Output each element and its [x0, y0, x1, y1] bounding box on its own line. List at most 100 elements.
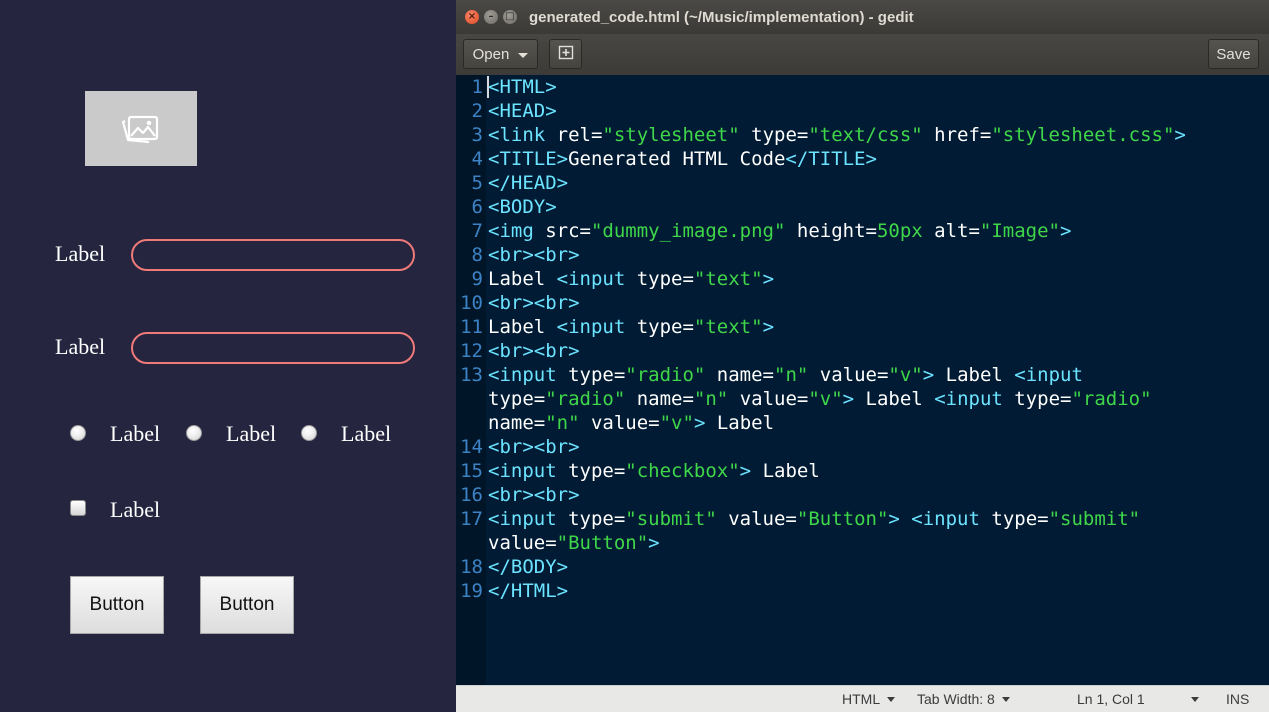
preview-text-input-2[interactable] [131, 332, 415, 364]
code-token: > [1174, 124, 1186, 146]
chevron-down-icon [887, 696, 896, 702]
preview-checkbox[interactable] [70, 500, 86, 516]
preview-radio-2[interactable] [186, 425, 202, 441]
code-line: <br><br> [488, 291, 580, 315]
code-line: </HEAD> [488, 171, 568, 195]
language-selector[interactable]: HTML [842, 691, 896, 707]
code-token: <BODY> [488, 196, 557, 218]
line-number: 16 [460, 484, 483, 506]
line-number: 8 [471, 244, 483, 266]
tab-width-selector[interactable]: Tab Width: 8 [917, 691, 1010, 707]
code-token: <HTML> [488, 76, 557, 98]
code-token: "text/css" [808, 124, 923, 146]
cursor-position-selector[interactable]: Ln 1, Col 1 [1077, 691, 1199, 707]
preview-radio-1[interactable] [70, 425, 86, 441]
code-token: <br><br> [488, 436, 580, 458]
window-title: generated_code.html (~/Music/implementat… [529, 9, 914, 26]
maximize-window-button[interactable]: □ [503, 10, 517, 24]
code-token: Label [854, 388, 935, 410]
code-token: alt= [922, 220, 980, 242]
code-token: <input [934, 388, 1015, 410]
window-titlebar: × – □ generated_code.html (~/Music/imple… [456, 0, 1269, 35]
code-token: "v" [888, 364, 923, 386]
editor-toolbar: Open Save [456, 34, 1269, 75]
code-line: name="n" value="v"> Label [488, 411, 774, 435]
code-line: <input type="checkbox"> Label [488, 459, 820, 483]
new-tab-button[interactable] [549, 39, 582, 69]
code-token: </HTML> [488, 580, 569, 602]
code-line: <br><br> [488, 339, 580, 363]
preview-submit-button-2[interactable]: Button [200, 576, 294, 634]
code-token: Label [488, 268, 557, 290]
code-token: type= [488, 388, 546, 410]
code-token: "Button" [796, 508, 889, 530]
preview-checkbox-label: Label [110, 497, 161, 522]
line-number: 14 [460, 436, 483, 458]
code-token: value= [488, 532, 557, 554]
code-token: <input [488, 364, 569, 386]
code-token: name= [488, 412, 546, 434]
code-token: type= [636, 316, 694, 338]
code-token: rel= [556, 124, 603, 146]
open-menu-button[interactable]: Open [463, 39, 538, 69]
code-token: height= [785, 220, 877, 242]
code-token: "n" [693, 388, 729, 410]
gedit-window: × – □ generated_code.html (~/Music/imple… [456, 0, 1269, 712]
line-number-gutter: 1 2 3 4 5 6 7 8 9 10 11 12 13 14 15 16 17 18 19 [456, 75, 486, 685]
code-token: "radio" [1071, 388, 1152, 410]
code-line: <br><br> [488, 483, 580, 507]
code-token: src= [545, 220, 591, 242]
code-token: href= [922, 124, 992, 146]
code-token: > [762, 268, 775, 290]
code-token: Generated HTML Code [568, 148, 786, 170]
code-line: value="Button"> [488, 531, 660, 555]
code-token: "n" [545, 412, 580, 434]
preview-radio-3[interactable] [301, 425, 317, 441]
save-button[interactable]: Save [1208, 39, 1259, 69]
code-line: <img src="dummy_image.png" height=50px a… [488, 219, 1071, 243]
code-token: <br><br> [488, 244, 580, 266]
insert-mode-label: INS [1226, 691, 1250, 707]
line-number: 13 [460, 364, 483, 386]
rendered-page-preview: Label Label Label Label Label Label Butt… [0, 0, 456, 711]
code-token: > [693, 412, 706, 434]
code-line: <HEAD> [488, 99, 557, 123]
code-token: </BODY> [488, 556, 569, 578]
code-token: "checkbox" [625, 460, 740, 482]
code-token: <input [556, 268, 637, 290]
minimize-window-button[interactable]: – [484, 10, 498, 24]
code-token: "submit" [625, 508, 717, 530]
code-token: <TITLE> [488, 148, 569, 170]
code-token: "stylesheet" [602, 124, 740, 146]
code-line: Label <input type="text"> [488, 267, 774, 291]
code-token: <link [488, 124, 557, 146]
code-line: </HTML> [488, 579, 568, 603]
code-token: > [762, 316, 775, 338]
code-token: > [888, 508, 900, 530]
chevron-down-icon [1001, 696, 1010, 702]
insert-mode-indicator[interactable]: INS [1226, 691, 1249, 707]
code-token: Label [488, 316, 557, 338]
image-placeholder-icon [119, 109, 163, 149]
preview-radio-label-2: Label [226, 421, 277, 446]
code-line: <input type="submit" value="Button"> <in… [488, 507, 1140, 531]
code-line: <TITLE>Generated HTML Code</TITLE> [488, 147, 877, 171]
preview-text-label-2: Label [55, 334, 106, 359]
preview-submit-button-1[interactable]: Button [70, 576, 164, 634]
code-line: <link rel="stylesheet" type="text/css" h… [488, 123, 1186, 147]
line-number: 5 [471, 172, 483, 194]
code-token: value= [808, 364, 889, 386]
line-number: 9 [471, 268, 483, 290]
code-token: Label [705, 412, 775, 434]
new-tab-icon [558, 44, 574, 64]
code-token: </HEAD> [488, 172, 569, 194]
code-token: "dummy_image.png" [590, 220, 786, 242]
code-token: <HEAD> [488, 100, 557, 122]
code-token: <input [556, 316, 637, 338]
code-token: type= [1014, 388, 1072, 410]
preview-text-input-1[interactable] [131, 239, 415, 271]
code-token: type= [739, 124, 809, 146]
code-token: "stylesheet.css" [991, 124, 1175, 146]
close-window-button[interactable]: × [465, 10, 479, 24]
line-number: 4 [471, 148, 483, 170]
